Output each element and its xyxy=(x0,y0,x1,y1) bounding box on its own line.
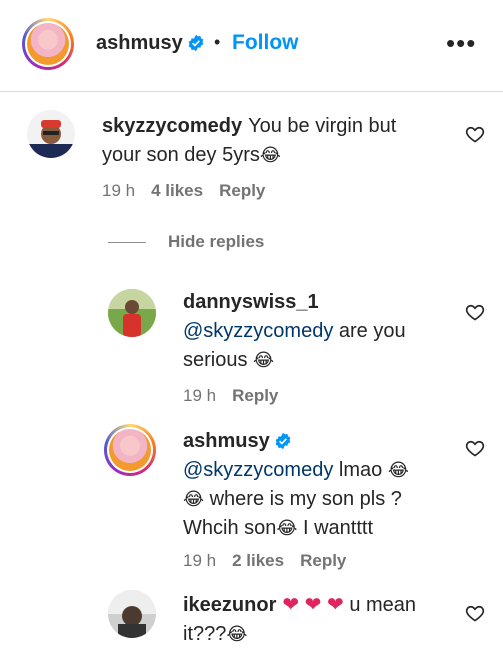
laugh-emoji: 😂 xyxy=(226,624,248,644)
like-heart-icon[interactable] xyxy=(465,302,485,322)
post-header: ashmusy • Follow ••• xyxy=(0,0,503,92)
header-separator: • xyxy=(214,32,221,52)
reply-likes[interactable]: 2 likes xyxy=(232,551,284,570)
comment-username[interactable]: skyzzycomedy xyxy=(102,115,242,137)
reply-button[interactable]: Reply xyxy=(219,181,265,200)
laugh-emoji: 😂 xyxy=(253,350,275,370)
reply-time: 19 h xyxy=(183,386,217,405)
comment-avatar[interactable] xyxy=(27,110,75,158)
verified-badge-icon xyxy=(188,34,204,52)
red-hearts-emoji: ❤ ❤ ❤ xyxy=(282,594,344,616)
reply-avatar[interactable] xyxy=(108,289,156,337)
mention-link[interactable]: @skyzzycomedy xyxy=(183,459,333,481)
laugh-emoji: 😂 xyxy=(387,460,409,480)
comment-text: skyzzycomedy You be virgin but your son d… xyxy=(102,115,397,166)
reply-button[interactable]: Reply xyxy=(300,551,346,570)
comment-time: 19 h xyxy=(102,181,136,200)
comment-meta: 19 h 4 likes Reply xyxy=(102,181,281,201)
more-options-icon[interactable]: ••• xyxy=(446,30,476,56)
laugh-emoji: 😂 xyxy=(183,489,205,509)
reply-time: 19 h xyxy=(183,551,217,570)
reply-meta: 19 h 2 likes Reply xyxy=(183,551,362,571)
profile-avatar[interactable] xyxy=(22,18,74,70)
reply-button[interactable]: Reply xyxy=(232,386,278,405)
hide-replies-line xyxy=(108,242,146,243)
reply-text: ashmusy @skyzzycomedy lmao 😂 😂 where is … xyxy=(183,430,409,539)
mention-link[interactable]: @skyzzycomedy xyxy=(183,320,333,342)
follow-button[interactable]: Follow xyxy=(232,31,299,55)
reply-text: dannyswiss_1 @skyzzycomedy are you serio… xyxy=(183,291,406,371)
reply-text: ikeezunor ❤ ❤ ❤ u mean it???😂 xyxy=(183,594,417,645)
hide-replies-button[interactable]: Hide replies xyxy=(168,232,264,252)
like-heart-icon[interactable] xyxy=(465,124,485,144)
reply-username[interactable]: ashmusy xyxy=(183,430,292,452)
like-heart-icon[interactable] xyxy=(465,603,485,623)
comment-likes[interactable]: 4 likes xyxy=(151,181,203,200)
reply-meta: 19 h Reply xyxy=(183,386,294,406)
header-username[interactable]: ashmusy xyxy=(96,32,205,55)
like-heart-icon[interactable] xyxy=(465,438,485,458)
verified-badge-icon xyxy=(275,432,291,450)
laugh-emoji: 😂 xyxy=(276,518,298,538)
reply-username[interactable]: dannyswiss_1 xyxy=(183,291,319,313)
laugh-emoji: 😂 xyxy=(259,145,281,165)
reply-username[interactable]: ikeezunor xyxy=(183,594,276,616)
reply-avatar[interactable] xyxy=(108,590,156,638)
reply-avatar[interactable] xyxy=(104,424,156,476)
